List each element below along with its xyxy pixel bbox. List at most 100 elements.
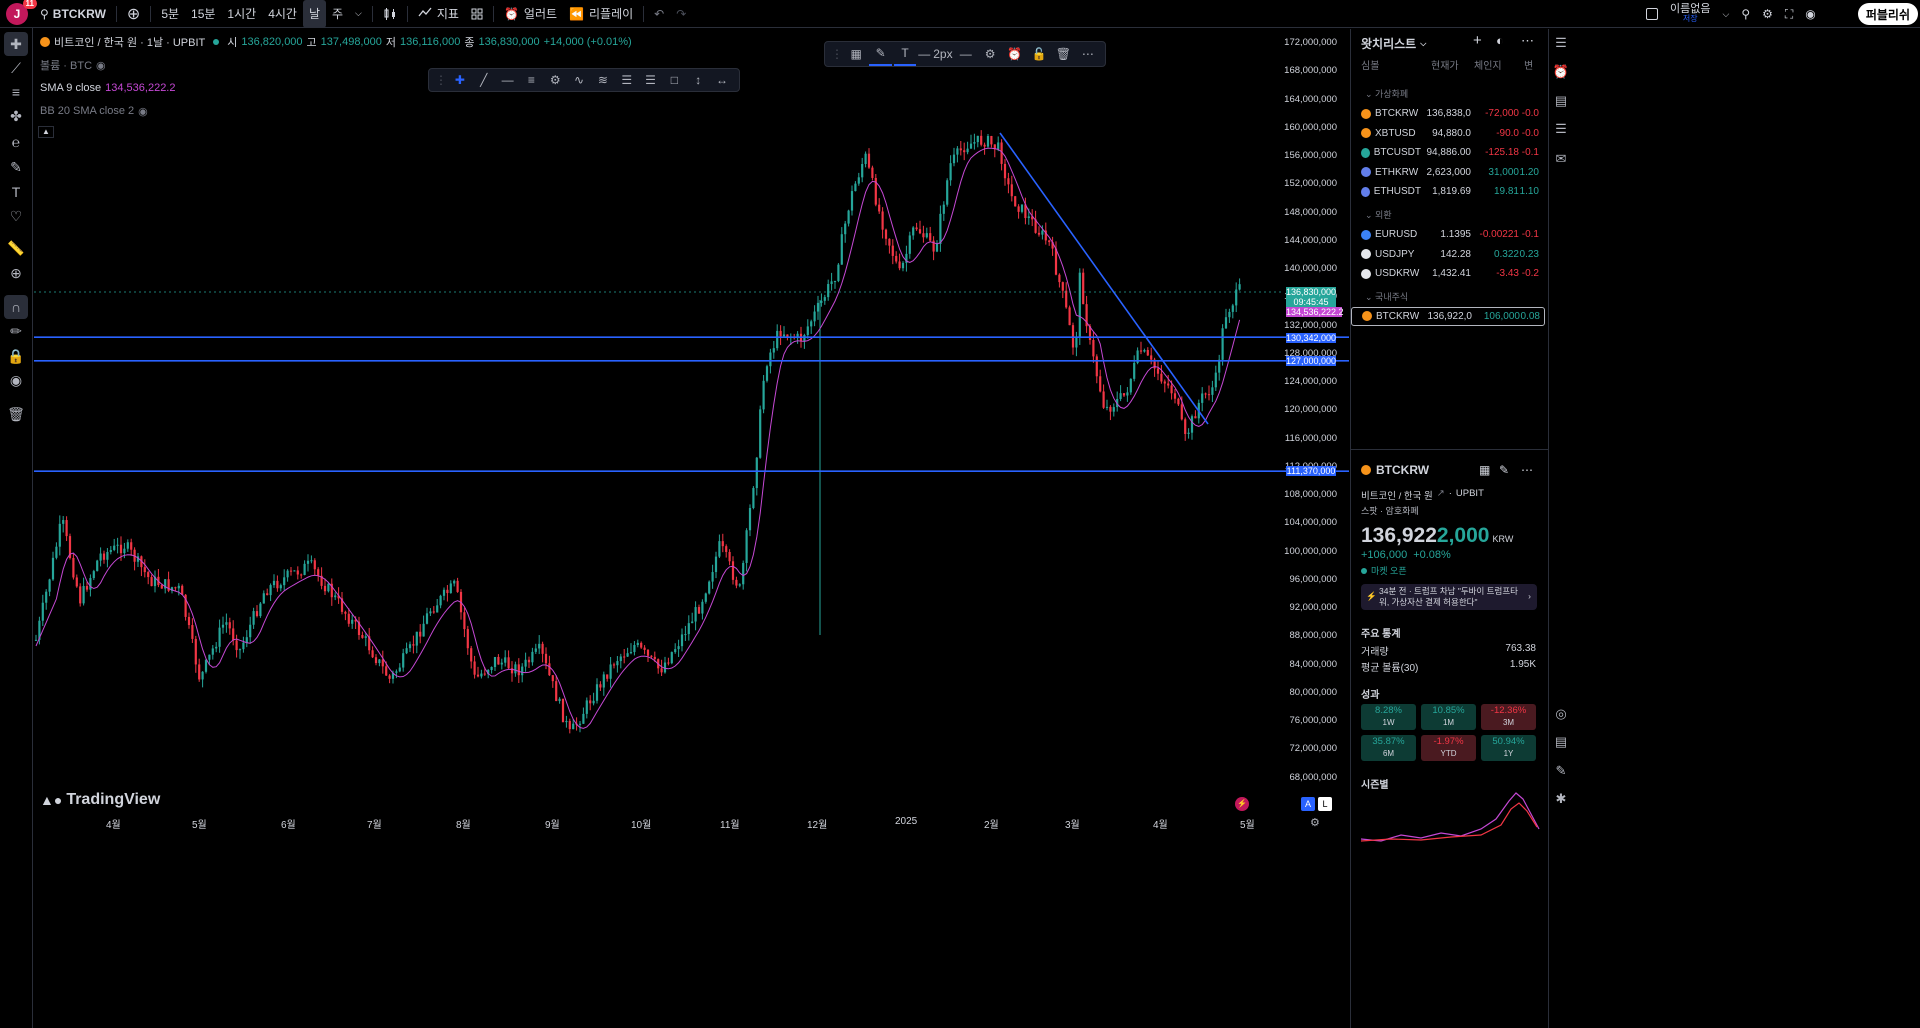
zoom-in-icon[interactable]: ⊕ [4,261,28,285]
performance-box[interactable]: 50.94% 1Y [1481,735,1536,761]
camera-icon[interactable]: ◉ [1799,0,1821,28]
templates-grid-icon[interactable] [465,0,489,28]
more-icon[interactable]: ⋯ [1521,33,1534,49]
eye-icon[interactable]: ◉ [96,59,106,72]
interval-1w[interactable]: 주 [326,0,349,28]
grid-icon[interactable]: ▦ [1479,463,1490,477]
watchlist-row[interactable]: EURUSD 1.1395 -0.00221 -0.1 [1361,225,1541,244]
performance-box[interactable]: 8.28% 1W [1361,704,1416,730]
watchlist-row[interactable]: USDKRW 1,432.41 -3.43 -0.2 [1361,264,1541,283]
watchlist-row[interactable]: BTCUSDT 94,886.00 -125.18 -0.1 [1361,143,1541,162]
more-icon[interactable]: ⋯ [1521,463,1533,477]
publish-button[interactable]: 퍼블리쉬 [1857,3,1918,25]
pattern-icon[interactable]: ✤ [4,104,28,128]
time-settings-gear-icon[interactable]: ⚙ [1310,816,1320,829]
layers-icon[interactable]: ☰ [1552,120,1570,138]
fullscreen-square-icon[interactable] [1640,0,1664,28]
projection-icon[interactable]: ℮ [4,130,28,154]
price-chart[interactable] [34,29,1349,1019]
watchlist-section-header[interactable]: ⌄ 외환 [1365,208,1392,221]
brush-icon[interactable]: ✎ [4,155,28,179]
line-color-pencil-icon[interactable]: ✎ [869,42,892,66]
watchlist-row[interactable]: BTCKRW 136,922,0 106,000 0.08 [1351,306,1545,326]
undo-icon[interactable]: ↶ [648,0,670,28]
lock-icon[interactable]: 🔒 [4,344,28,368]
settings-gear-icon[interactable]: ⚙ [979,42,1001,66]
indicators-button[interactable]: 지표 [412,0,465,28]
lightning-icon[interactable]: ⚡ [1235,797,1249,811]
fib-retracement-icon[interactable]: ☰ [640,68,662,92]
line-width-button[interactable]: — 2px [918,42,952,66]
rectangle-icon[interactable]: □ [663,68,685,92]
compare-add-icon[interactable]: ⊕ [121,0,146,28]
user-avatar[interactable]: J 11 [6,0,37,25]
interval-15m[interactable]: 15분 [185,0,221,28]
watchlist-title[interactable]: 왓치리스트 ⌵ [1361,35,1426,52]
details-symbol[interactable]: BTCKRW [1361,463,1429,477]
price-axis[interactable]: 172,000,000 168,000,000 164,000,000 160,000… [1283,0,1337,1028]
tradingview-logo[interactable]: ▲● TradingView [40,791,160,809]
watchlist-row[interactable]: BTCKRW 136,838,0 -72,000 -0.0 [1361,104,1541,123]
drag-handle-icon[interactable]: ⋮ [831,42,843,66]
lock-icon[interactable]: 🔓 [1028,42,1050,66]
watchlist-icon[interactable]: ☰ [1552,34,1570,52]
collapse-legend-chevron-up-icon[interactable]: ▲ [38,126,54,138]
interval-4h[interactable]: 4시간 [262,0,303,28]
log-scale-button[interactable]: L [1318,797,1332,811]
ruler-icon[interactable]: 📏 [4,236,28,260]
replay-button[interactable]: ⏪ 리플레이 [563,0,639,28]
date-range-icon[interactable]: ↔ [711,68,733,92]
interval-1d[interactable]: 날 [302,0,326,28]
watchlist-row[interactable]: USDJPY 142.28 0.322 0.23 [1361,245,1541,264]
performance-box[interactable]: -1.97% YTD [1421,735,1476,761]
watchlist-section-header[interactable]: ⌄ 가상화폐 [1365,87,1408,100]
text-color-icon[interactable]: T [893,42,917,66]
elliott-wave-icon[interactable]: ≋ [592,68,614,92]
time-axis[interactable]: 4월 5월 6월 7월 8월 9월 10월 11월 12월 2025 2월 3월 4월 5월 [34,810,1349,831]
watchlist-section-header[interactable]: ⌄ 국내주식 [1365,290,1408,303]
redo-icon[interactable]: ↷ [670,0,692,28]
stay-drawing-mode-icon[interactable]: ✏ [4,319,28,343]
magnet-icon[interactable]: ∩ [4,295,28,319]
interval-5m[interactable]: 5분 [155,0,185,28]
layout-name-menu[interactable]: 이름없음 저장 [1664,0,1716,28]
interval-dropdown-chevron-down-icon[interactable]: ⌵ [349,0,368,28]
alert-button[interactable]: ⏰ 얼러트 [498,0,563,28]
alert-add-icon[interactable]: ⏰ [1003,42,1025,66]
templates-icon[interactable]: ▦ [845,42,867,66]
parallel-channel-icon[interactable]: ≡ [520,68,542,92]
text-icon[interactable]: T [4,180,28,204]
fib-channel-icon[interactable]: ☰ [616,68,638,92]
fullscreen-icon[interactable]: ⛶ [1779,0,1799,28]
trend-line-icon[interactable]: ╱ [473,68,495,92]
target-icon[interactable]: ◎ [1552,705,1570,723]
external-link-icon[interactable]: ↗ [1437,488,1445,502]
chart-type-candle-icon[interactable] [377,0,403,28]
horizontal-ray-icon[interactable]: — [497,68,519,92]
alerts-clock-icon[interactable]: ⏰ [1552,63,1570,81]
symbol-search[interactable]: ⚲ BTCKRW [34,0,112,28]
trash-icon[interactable]: 🗑 [1052,42,1074,66]
chat-icon[interactable]: ✉ [1552,150,1570,168]
drag-handle-icon[interactable]: ⋮ [435,68,447,92]
seasonal-chart[interactable] [1361,789,1541,843]
news-banner[interactable]: ⚡ 34분 전 · 트럼프 차남 "두바이 트럼프타워, 가상자산 결제 허용한… [1361,584,1537,610]
crosshair-icon[interactable]: ✚ [4,32,28,56]
layout-chevron-down-icon[interactable]: ⌵ [1716,0,1735,28]
eye-off-icon[interactable]: ◉ [138,105,148,118]
trend-line-icon[interactable]: ⟋ [4,56,28,80]
heart-icon[interactable]: ♡ [4,204,28,228]
auto-scale-button[interactable]: A [1301,797,1315,811]
performance-box[interactable]: -12.36% 3M [1481,704,1536,730]
fib-retracement-icon[interactable]: ≡ [4,80,28,104]
add-symbol-icon[interactable]: + [1473,32,1482,49]
watchlist-row[interactable]: ETHUSDT 1,819.69 19.81 1.10 [1361,182,1541,201]
xabcd-pattern-icon[interactable]: ∿ [568,68,590,92]
series-title[interactable]: 비트코인 / 한국 원 · 1날 · UPBIT [54,34,205,50]
advanced-view-icon[interactable]: ◐ [1496,33,1504,48]
gear-icon[interactable]: ⚙ [1756,0,1779,28]
performance-box[interactable]: 35.87% 6M [1361,735,1416,761]
crosshair-icon[interactable]: ✚ [449,68,471,92]
bb-legend[interactable]: BB 20 SMA close 2 ◉ [40,103,632,119]
performance-box[interactable]: 10.85% 1M [1421,704,1476,730]
